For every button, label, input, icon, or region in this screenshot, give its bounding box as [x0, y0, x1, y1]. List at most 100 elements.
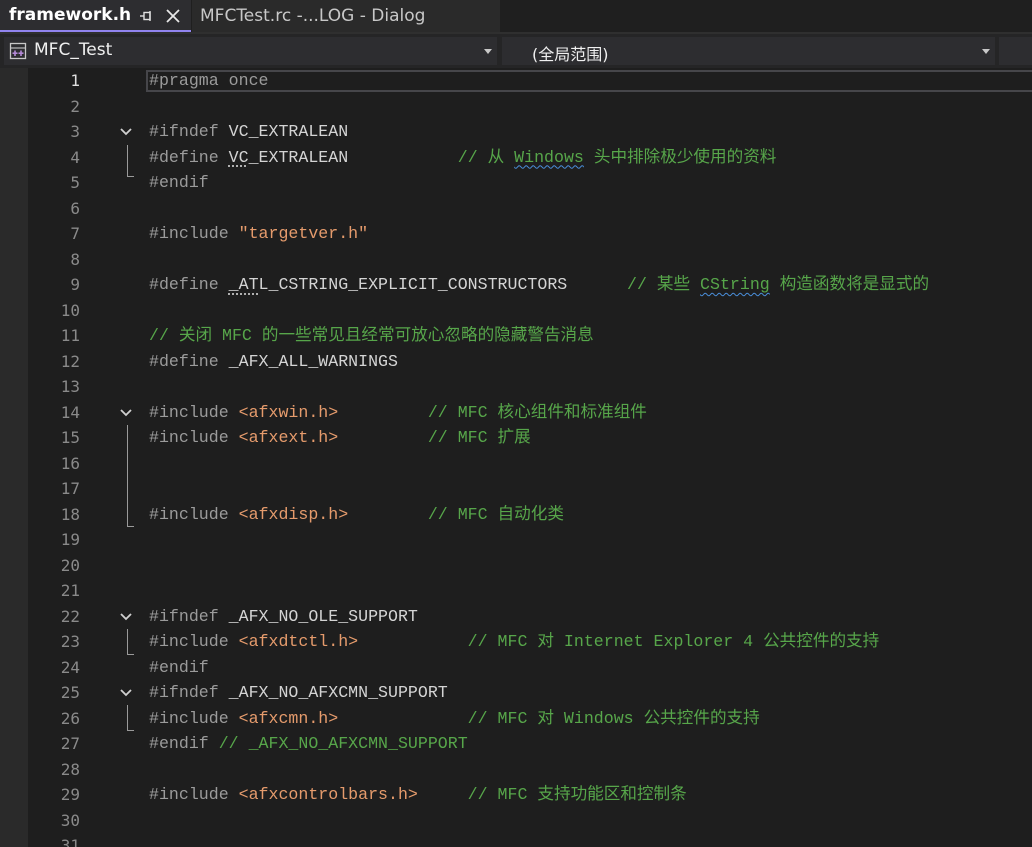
macro-name: _AFX_ALL_WARNINGS — [228, 351, 398, 371]
code-line[interactable] — [149, 94, 929, 120]
code-line[interactable]: #include <afxcmn.h> // MFC 对 Windows 公共控… — [149, 706, 929, 732]
code-line[interactable]: #endif — [149, 170, 929, 196]
fold-row — [116, 145, 140, 171]
code-line[interactable]: #endif // _AFX_NO_AFXCMN_SUPPORT — [149, 731, 929, 757]
project-icon — [9, 42, 27, 60]
preprocessor-directive: #include — [149, 402, 239, 422]
code-line[interactable]: #include <afxwin.h> // MFC 核心组件和标准组件 — [149, 400, 929, 426]
code-line[interactable]: #include "targetver.h" — [149, 221, 929, 247]
code-line[interactable] — [149, 247, 929, 273]
code-line[interactable] — [149, 527, 929, 553]
code-line[interactable] — [149, 476, 929, 502]
code-line[interactable] — [149, 833, 929, 847]
line-number: 2 — [70, 96, 80, 116]
tab-title: MFCTest.rc -...LOG - Dialog — [200, 6, 426, 26]
preprocessor-directive: #endif — [149, 657, 209, 677]
tab-framework-h[interactable]: framework.h — [0, 0, 191, 32]
preprocessor-directive: #define — [149, 147, 229, 167]
line-number: 7 — [70, 224, 80, 243]
collapse-chevron-icon[interactable] — [119, 127, 133, 137]
code-line[interactable]: // 关闭 MFC 的一些常见且经常可放心忽略的隐藏警告消息 — [149, 323, 929, 349]
code-line[interactable]: #define VC_EXTRALEAN // 从 Windows 头中排除极少… — [149, 145, 929, 171]
code-line[interactable]: #ifndef VC_EXTRALEAN — [149, 119, 929, 145]
code-line[interactable] — [149, 451, 929, 477]
code-line[interactable] — [149, 808, 929, 834]
fold-row — [116, 323, 140, 349]
comment: 头中排除极少使用的资料 — [583, 147, 777, 167]
comment: // 某些 — [627, 275, 701, 294]
chevron-down-icon[interactable] — [484, 49, 492, 54]
line-number: 16 — [60, 453, 80, 473]
fold-guide — [127, 705, 128, 730]
fold-guide — [127, 425, 128, 526]
code-line[interactable]: #include <afxdisp.h> // MFC 自动化类 — [149, 502, 929, 528]
preprocessor-directive: #include — [149, 785, 239, 804]
fold-row — [116, 502, 140, 528]
close-icon[interactable] — [164, 7, 182, 25]
code-line[interactable]: #ifndef _AFX_NO_OLE_SUPPORT — [149, 604, 929, 630]
code-line[interactable]: #pragma once — [149, 68, 929, 94]
fold-guide-end — [127, 526, 134, 527]
line-number: 21 — [60, 581, 80, 600]
code-line[interactable]: #endif — [149, 655, 929, 681]
fold-row — [116, 349, 140, 375]
fold-row — [116, 272, 140, 298]
code-line[interactable]: #include <afxext.h> // MFC 扩展 — [149, 425, 929, 451]
fold-guide-end — [127, 730, 134, 731]
line-number: 15 — [60, 428, 80, 447]
code-line[interactable]: #define _ATL_CSTRING_EXPLICIT_CONSTRUCTO… — [149, 272, 929, 298]
pin-icon[interactable] — [139, 9, 153, 23]
line-number: 26 — [60, 708, 80, 728]
line-number: 27 — [60, 734, 80, 753]
code-line[interactable] — [149, 757, 929, 783]
fold-row — [116, 170, 140, 196]
macro-hint: VC — [228, 147, 249, 167]
line-number: 10 — [60, 300, 80, 320]
code-text[interactable]: #pragma once #ifndef VC_EXTRALEAN #define … — [149, 68, 929, 847]
fold-row — [116, 731, 140, 757]
preprocessor-directive: #include — [149, 632, 239, 651]
fold-row — [116, 706, 140, 732]
code-line[interactable]: #include <afxcontrolbars.h> // MFC 支持功能区… — [149, 782, 929, 808]
line-number: 13 — [60, 377, 80, 396]
spell-check-word: Windows — [514, 147, 584, 167]
member-dropdown[interactable] — [999, 37, 1032, 65]
spell-check-word: CString — [700, 275, 770, 294]
line-number: 5 — [70, 173, 80, 192]
chevron-down-icon[interactable] — [982, 49, 990, 54]
line-number: 6 — [70, 198, 80, 218]
collapse-chevron-icon[interactable] — [119, 612, 133, 622]
comment: // MFC 自动化类 — [427, 504, 564, 524]
fold-row — [116, 196, 140, 222]
code-line[interactable] — [149, 298, 929, 324]
code-line[interactable] — [149, 553, 929, 579]
collapse-chevron-icon[interactable] — [119, 408, 133, 418]
fold-guide-end — [127, 176, 134, 177]
collapse-chevron-icon[interactable] — [119, 688, 133, 698]
code-line[interactable]: #define _AFX_ALL_WARNINGS — [149, 349, 929, 375]
fold-row — [116, 94, 140, 120]
tab-mfctest-rc-dialog[interactable]: MFCTest.rc -...LOG - Dialog — [192, 0, 500, 32]
line-number: 22 — [60, 606, 80, 626]
line-number: 28 — [60, 759, 80, 779]
preprocessor-directive: #endif — [149, 734, 219, 753]
line-number: 19 — [60, 530, 80, 549]
code-line[interactable] — [149, 578, 929, 604]
fold-row — [116, 629, 140, 655]
comment: // 从 — [457, 147, 515, 167]
code-editor[interactable]: 1 2 3 4 5 6 7 8 9 10 11 12 13 14 15 16 17 18 19 20 21 22 23 24 2… — [0, 68, 1032, 847]
preprocessor-directive: #ifndef — [149, 122, 229, 141]
line-number: 1 — [70, 71, 80, 90]
project-dropdown[interactable]: MFC_Test — [4, 37, 497, 65]
code-line[interactable]: #include <afxdtctl.h> // MFC 对 Internet … — [149, 629, 929, 655]
comment: // MFC 对 Windows 公共控件的支持 — [467, 708, 760, 728]
code-line[interactable] — [149, 374, 929, 400]
code-line[interactable]: #ifndef _AFX_NO_AFXCMN_SUPPORT — [149, 680, 929, 706]
navigation-bar: MFC_Test (全局范围) — [0, 34, 1032, 68]
scope-label: (全局范围) — [532, 45, 609, 64]
include-path: <afxdisp.h> — [238, 504, 349, 524]
document-tab-strip: framework.h MFCTest.rc -...LOG - Dialog — [0, 0, 1032, 34]
scope-dropdown[interactable]: (全局范围) — [502, 37, 995, 65]
line-number: 25 — [60, 683, 80, 702]
code-line[interactable] — [149, 196, 929, 222]
